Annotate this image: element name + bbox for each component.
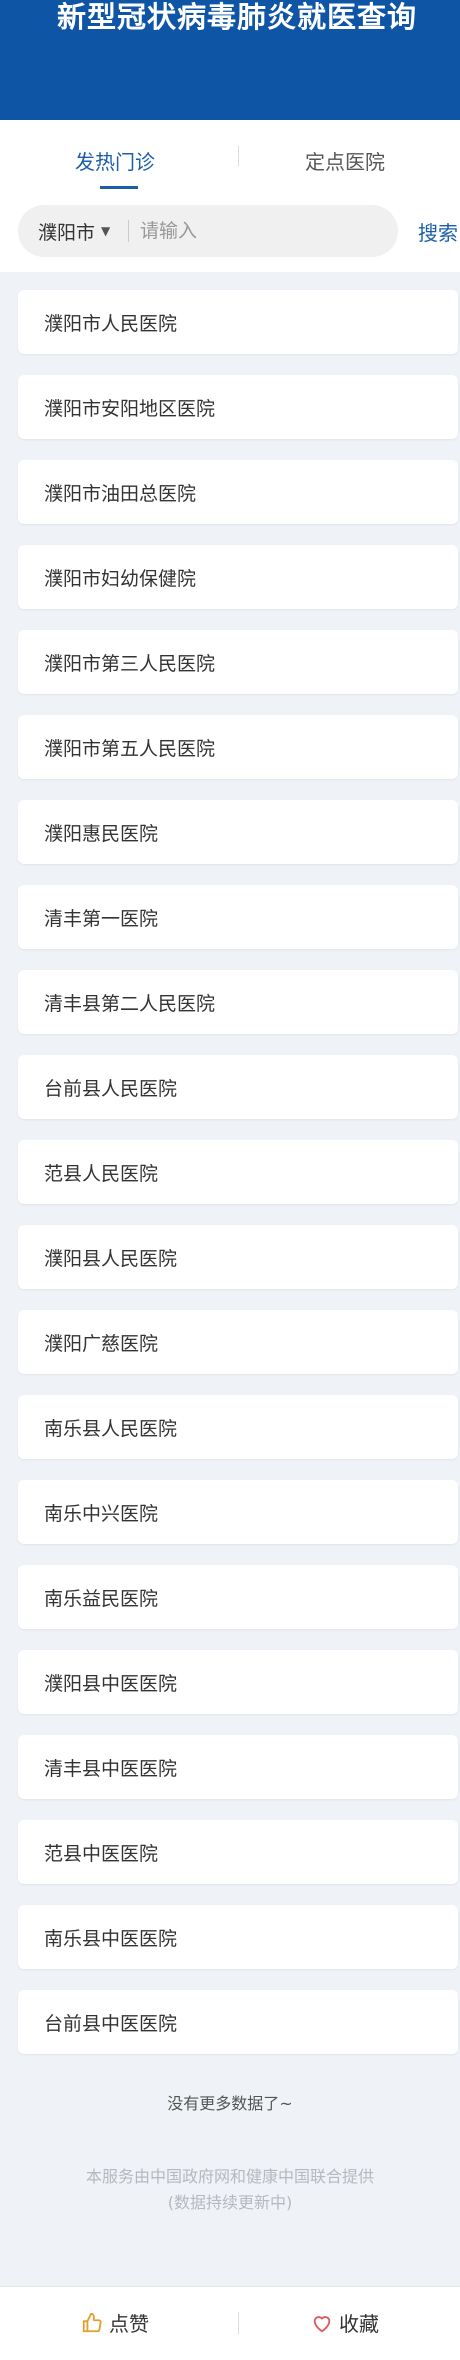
hospital-name: 南乐中兴医院 bbox=[44, 1502, 159, 1525]
hospital-name: 濮阳惠民医院 bbox=[44, 822, 159, 845]
hospital-item[interactable]: 濮阳市妇幼保健院 bbox=[18, 545, 458, 609]
hospital-item[interactable]: 濮阳县中医医院 bbox=[18, 1650, 458, 1714]
hospital-item[interactable]: 南乐县中医医院 bbox=[18, 1905, 458, 1969]
hospital-item[interactable]: 濮阳市安阳地区医院 bbox=[18, 375, 458, 439]
like-button[interactable]: 点赞 bbox=[0, 2286, 230, 2359]
disclaimer-line-2: (数据持续更新中) bbox=[167, 2193, 293, 2212]
hospital-name: 清丰县第二人民医院 bbox=[44, 992, 216, 1015]
search-button[interactable]: 搜索 bbox=[418, 205, 458, 257]
search-divider bbox=[128, 220, 129, 242]
hospital-name: 范县中医医院 bbox=[44, 1842, 159, 1865]
hospital-item[interactable]: 台前县人民医院 bbox=[18, 1055, 458, 1119]
hospital-item[interactable]: 濮阳市人民医院 bbox=[18, 290, 458, 354]
hospital-item[interactable]: 濮阳广慈医院 bbox=[18, 1310, 458, 1374]
hospital-item[interactable]: 南乐县人民医院 bbox=[18, 1395, 458, 1459]
active-tab-indicator bbox=[100, 186, 138, 189]
hospital-name: 清丰第一医院 bbox=[44, 907, 159, 930]
search-input[interactable] bbox=[140, 205, 390, 257]
disclaimer-line-1: 本服务由中国政府网和健康中国联合提供 bbox=[85, 2167, 374, 2186]
city-label: 濮阳市 bbox=[38, 221, 96, 244]
header-banner: 新型冠状病毒肺炎就医查询 bbox=[0, 0, 460, 120]
tab-divider bbox=[238, 146, 239, 166]
hospital-name: 濮阳市第五人民医院 bbox=[44, 737, 216, 760]
hospital-name: 濮阳市第三人民医院 bbox=[44, 652, 216, 675]
hospital-name: 台前县中医医院 bbox=[44, 2012, 178, 2035]
hospital-item[interactable]: 濮阳市油田总医院 bbox=[18, 460, 458, 524]
city-selector[interactable]: 濮阳市 ▼ bbox=[38, 205, 110, 257]
like-label: 点赞 bbox=[109, 2312, 149, 2336]
hospital-name: 清丰县中医医院 bbox=[44, 1757, 178, 1780]
thumbs-up-icon bbox=[82, 2312, 102, 2332]
hospital-item[interactable]: 清丰县第二人民医院 bbox=[18, 970, 458, 1034]
hospital-name: 范县人民医院 bbox=[44, 1162, 159, 1185]
hospital-name: 濮阳广慈医院 bbox=[44, 1332, 159, 1355]
hospital-name: 南乐县中医医院 bbox=[44, 1927, 178, 1950]
hospital-item[interactable]: 濮阳市第三人民医院 bbox=[18, 630, 458, 694]
hospital-list: 濮阳市人民医院濮阳市安阳地区医院 濮阳市油田总医院 濮阳市妇幼保健院 濮阳市第三人民医… bbox=[18, 290, 458, 2075]
hospital-name: 濮阳县中医医院 bbox=[44, 1672, 178, 1695]
hospital-name: 濮阳县人民医院 bbox=[44, 1247, 178, 1270]
hospital-item[interactable]: 清丰县中医医院 bbox=[18, 1735, 458, 1799]
heart-icon bbox=[313, 2315, 331, 2332]
hospital-item[interactable]: 濮阳惠民医院 bbox=[18, 800, 458, 864]
hospital-name: 台前县人民医院 bbox=[44, 1077, 178, 1100]
hospital-name: 濮阳市人民医院 bbox=[44, 312, 178, 335]
favorite-button[interactable]: 收藏 bbox=[230, 2286, 460, 2359]
hospital-item[interactable]: 濮阳县人民医院 bbox=[18, 1225, 458, 1289]
hospital-name: 南乐益民医院 bbox=[44, 1587, 159, 1610]
hospital-name: 濮阳市油田总医院 bbox=[44, 482, 197, 505]
hospital-item[interactable]: 范县人民医院 bbox=[18, 1140, 458, 1204]
tab-designated-hospital[interactable]: 定点医院 bbox=[230, 120, 460, 200]
caret-down-icon: ▼ bbox=[101, 224, 111, 238]
favorite-label: 收藏 bbox=[339, 2312, 379, 2336]
hospital-item[interactable]: 南乐中兴医院 bbox=[18, 1480, 458, 1544]
hospital-item[interactable]: 南乐益民医院 bbox=[18, 1565, 458, 1629]
hospital-item[interactable]: 范县中医医院 bbox=[18, 1820, 458, 1884]
disclaimer: 本服务由中国政府网和健康中国联合提供 (数据持续更新中) bbox=[0, 2164, 460, 2216]
hospital-item[interactable]: 濮阳市第五人民医院 bbox=[18, 715, 458, 779]
hospital-name: 濮阳市安阳地区医院 bbox=[44, 397, 216, 420]
hospital-item[interactable]: 清丰第一医院 bbox=[18, 885, 458, 949]
hospital-name: 濮阳市妇幼保健院 bbox=[44, 567, 197, 590]
hospital-name: 南乐县人民医院 bbox=[44, 1417, 178, 1440]
tab-bar: 发热门诊 定点医院 bbox=[0, 120, 460, 200]
page-title: 新型冠状病毒肺炎就医查询 bbox=[57, 0, 418, 34]
no-more-data: 没有更多数据了~ bbox=[167, 2094, 293, 2113]
hospital-item[interactable]: 台前县中医医院 bbox=[18, 1990, 458, 2054]
